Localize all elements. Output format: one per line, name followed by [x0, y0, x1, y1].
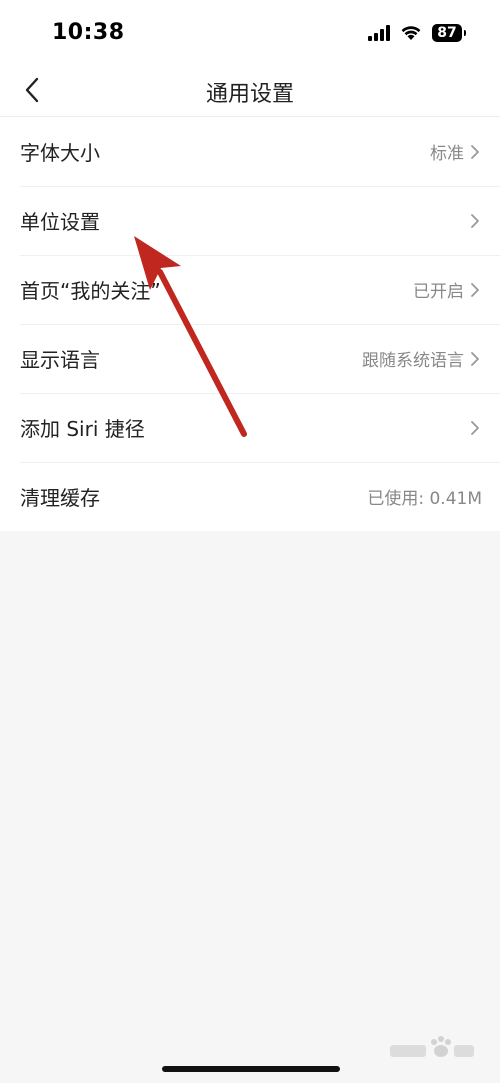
status-bar: 10:38 87	[0, 0, 500, 64]
row-value: 已开启	[413, 282, 464, 302]
settings-list: 字体大小 标准 单位设置 首页“我的关注” 已开启 显示语言 跟随系统语言 添加…	[0, 117, 500, 531]
settings-row-clear-cache[interactable]: 清理缓存 已使用: 0.41M	[0, 462, 500, 531]
settings-row-display-language[interactable]: 显示语言 跟随系统语言	[0, 324, 500, 393]
chevron-right-icon	[470, 212, 482, 230]
baidu-jingyan-watermark	[390, 1036, 474, 1057]
chevron-right-icon	[470, 350, 482, 368]
row-value: 标准	[430, 144, 464, 164]
chevron-right-icon	[470, 419, 482, 437]
settings-row-font-size[interactable]: 字体大小 标准	[0, 117, 500, 186]
row-label: 首页“我的关注”	[20, 279, 161, 303]
chevron-right-icon	[470, 281, 482, 299]
cellular-signal-icon	[368, 25, 390, 41]
battery-icon: 87	[432, 24, 466, 42]
row-label: 添加 Siri 捷径	[20, 417, 145, 441]
settings-row-unit-settings[interactable]: 单位设置	[0, 186, 500, 255]
row-label: 清理缓存	[20, 486, 100, 510]
screen: 10:38 87 通用设置 字体大小 标准 单位设置 首页“我的关注” 已开启 …	[0, 0, 500, 1083]
row-value: 跟随系统语言	[362, 351, 464, 371]
settings-row-siri-shortcut[interactable]: 添加 Siri 捷径	[0, 393, 500, 462]
settings-row-home-follow[interactable]: 首页“我的关注” 已开启	[0, 255, 500, 324]
row-right	[470, 419, 482, 437]
row-value: 已使用: 0.41M	[367, 489, 482, 509]
row-right	[470, 212, 482, 230]
row-right: 已使用: 0.41M	[367, 484, 482, 509]
chevron-right-icon	[470, 143, 482, 161]
row-label: 显示语言	[20, 348, 100, 372]
row-label: 字体大小	[20, 141, 100, 165]
status-time: 10:38	[52, 20, 125, 45]
row-right: 跟随系统语言	[362, 346, 482, 371]
row-right: 已开启	[413, 277, 482, 302]
wifi-icon	[401, 26, 421, 40]
row-label: 单位设置	[20, 210, 100, 234]
home-indicator[interactable]	[162, 1066, 340, 1072]
status-icons: 87	[368, 22, 466, 44]
page-title: 通用设置	[205, 82, 294, 107]
row-right: 标准	[430, 139, 482, 164]
nav-bar: 通用设置	[0, 64, 500, 117]
